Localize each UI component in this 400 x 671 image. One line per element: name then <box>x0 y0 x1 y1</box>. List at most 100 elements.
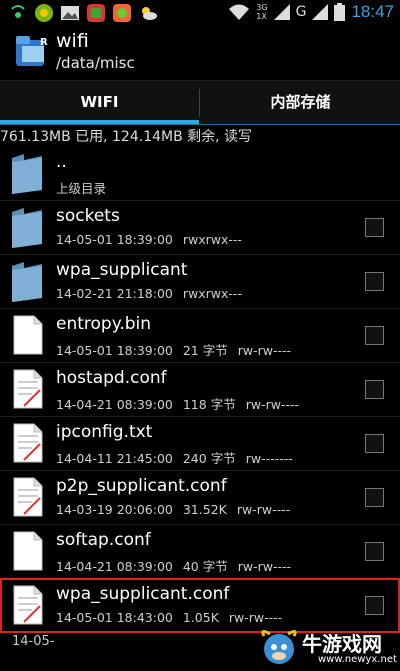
file-meta: 14-05-01 18:43:00 1.05K rw-rw---- <box>56 610 292 625</box>
storage-info: 761.13MB 已用, 124.14MB 剩余, 读写 <box>0 129 253 145</box>
file-meta: 14-04-11 21:45:00 240 字节 rw------- <box>56 448 303 467</box>
folder-icon <box>12 262 42 302</box>
current-path: /data/misc <box>56 54 135 72</box>
watermark-text: 牛游戏网 <box>302 632 382 656</box>
file-meta: 14-02-21 21:18:00 rwxrwx--- <box>56 286 252 301</box>
file-permissions: rw------- <box>245 451 293 466</box>
tab-internal-storage[interactable]: 内部存储 <box>201 81 400 122</box>
file-size: 21 字节 <box>182 343 228 358</box>
text-file-icon <box>13 369 43 409</box>
text-file-icon <box>13 585 43 625</box>
select-checkbox[interactable] <box>365 434 384 453</box>
folder-icon <box>12 154 42 194</box>
file-meta: 14-05-01 18:39:00 rwxrwx--- <box>56 232 252 247</box>
status-bar: 3G 1X G 18:47 <box>0 0 400 26</box>
file-permissions: rwxrwx--- <box>182 232 242 247</box>
file-permissions: rw-rw---- <box>245 397 299 412</box>
file-icon <box>13 315 43 355</box>
select-checkbox[interactable] <box>365 326 384 345</box>
select-checkbox[interactable] <box>365 272 384 291</box>
file-date: 14-05-01 18:39:00 <box>56 232 173 247</box>
file-meta: 14-05-01 18:39:00 21 字节 rw-rw---- <box>56 340 301 359</box>
file-list: .. 上级目录 sockets 14-05-01 18:39:00 rwxrwx-… <box>0 146 400 671</box>
file-date: 14-04-21 08:39:00 <box>56 397 173 412</box>
file-size: 31.52K <box>182 502 227 517</box>
list-item-sockets[interactable]: sockets 14-05-01 18:39:00 rwxrwx--- <box>0 200 400 255</box>
file-name: entropy.bin <box>56 314 152 334</box>
weather-icon <box>142 7 157 20</box>
file-name: wpa_supplicant <box>56 260 188 280</box>
watermark: 牛游戏网 www.newyx.net <box>258 622 400 671</box>
file-meta: 14-04-21 08:39:00 40 字节 rw-rw---- <box>56 556 301 575</box>
file-meta: 上级目录 <box>56 178 116 197</box>
select-checkbox[interactable] <box>365 542 384 561</box>
file-name: hostapd.conf <box>56 368 167 388</box>
select-checkbox[interactable] <box>365 380 384 399</box>
cell-signal-icon <box>273 4 290 20</box>
tab-bar-baseline <box>0 124 400 125</box>
file-permissions: rwxrwx--- <box>182 286 242 301</box>
network-sub-label: 1X <box>256 12 267 21</box>
select-checkbox[interactable] <box>365 596 384 615</box>
select-checkbox[interactable] <box>365 218 384 237</box>
file-meta: 14-04-21 08:39:00 118 字节 rw-rw---- <box>56 394 309 413</box>
list-item-hostapd-conf[interactable]: hostapd.conf 14-04-21 08:39:00 118 字节 rw-r… <box>0 362 400 417</box>
notification-icons <box>8 3 158 23</box>
data-label: G <box>295 4 307 20</box>
svg-text:R: R <box>40 37 48 48</box>
file-date: 14-03-19 20:06:00 <box>56 502 173 517</box>
file-permissions: rw-rw---- <box>236 502 291 517</box>
list-item-softap-conf[interactable]: softap.conf 14-04-21 08:39:00 40 字节 rw-rw-… <box>0 524 400 579</box>
text-file-icon <box>13 423 43 463</box>
cow-logo-icon <box>261 629 297 664</box>
file-size: 118 字节 <box>182 397 236 412</box>
battery-icon <box>334 3 346 21</box>
file-date: 14-02-21 21:18:00 <box>56 286 173 301</box>
network-type: 3G 1X <box>256 3 267 21</box>
file-date: 14-04-21 08:39:00 <box>56 559 173 574</box>
list-item-p2p-supplicant-conf[interactable]: p2p_supplicant.conf 14-03-19 20:06:00 31.… <box>0 470 400 525</box>
list-item-parent-directory[interactable]: .. 上级目录 <box>0 146 400 201</box>
file-size: 40 字节 <box>182 559 228 574</box>
file-icon <box>13 531 43 571</box>
file-size: 240 字节 <box>182 451 236 466</box>
file-permissions: rw-rw---- <box>237 559 292 574</box>
tab-divider <box>199 89 200 117</box>
network-type-label: 3G <box>256 3 268 12</box>
file-name: sockets <box>56 206 120 226</box>
app-icon <box>87 4 105 22</box>
list-item-wpa-supplicant-folder[interactable]: wpa_supplicant 14-02-21 21:18:00 rwxrwx--… <box>0 254 400 309</box>
watermark-url: www.newyx.net <box>318 654 397 665</box>
folder-icon <box>12 208 42 248</box>
file-date: 14-05-01 18:39:00 <box>56 343 173 358</box>
select-checkbox[interactable] <box>365 488 384 507</box>
file-manager-app-icon[interactable]: R <box>14 34 48 68</box>
app-header: R wifi /data/misc <box>0 26 400 80</box>
file-meta: 14-03-19 20:06:00 31.52K rw-rw---- <box>56 502 300 517</box>
file-size: 1.05K <box>182 610 219 625</box>
clock: 18:47 <box>351 2 394 21</box>
signal-icon <box>11 5 25 18</box>
file-date: 14-04-11 21:45:00 <box>56 451 173 466</box>
tab-wifi[interactable]: WIFI <box>0 81 199 122</box>
file-permissions: rw-rw---- <box>237 343 292 358</box>
text-file-icon <box>13 477 43 517</box>
tab-bar: WIFI 内部存储 <box>0 80 400 125</box>
file-name: softap.conf <box>56 530 151 550</box>
file-name: p2p_supplicant.conf <box>56 476 227 496</box>
file-date: 14-05-01 18:43:00 <box>56 610 173 625</box>
parent-label: 上级目录 <box>56 181 107 196</box>
list-item-entropy-bin[interactable]: entropy.bin 14-05-01 18:39:00 21 字节 rw-rw-… <box>0 308 400 363</box>
file-name: ipconfig.txt <box>56 422 153 442</box>
wifi-icon <box>229 4 250 20</box>
cell-signal-icon-2 <box>312 4 329 20</box>
app2-icon <box>113 4 131 22</box>
system-indicators: 3G 1X G 18:47 <box>228 2 394 22</box>
image-icon <box>61 6 79 20</box>
game-icon <box>35 4 53 22</box>
list-item-ipconfig-txt[interactable]: ipconfig.txt 14-04-11 21:45:00 240 字节 rw--… <box>0 416 400 471</box>
toast-fragment: 14-05- <box>12 634 55 649</box>
file-name: wpa_supplicant.conf <box>56 584 230 604</box>
page-title: wifi <box>56 30 89 52</box>
file-name: .. <box>56 152 67 172</box>
